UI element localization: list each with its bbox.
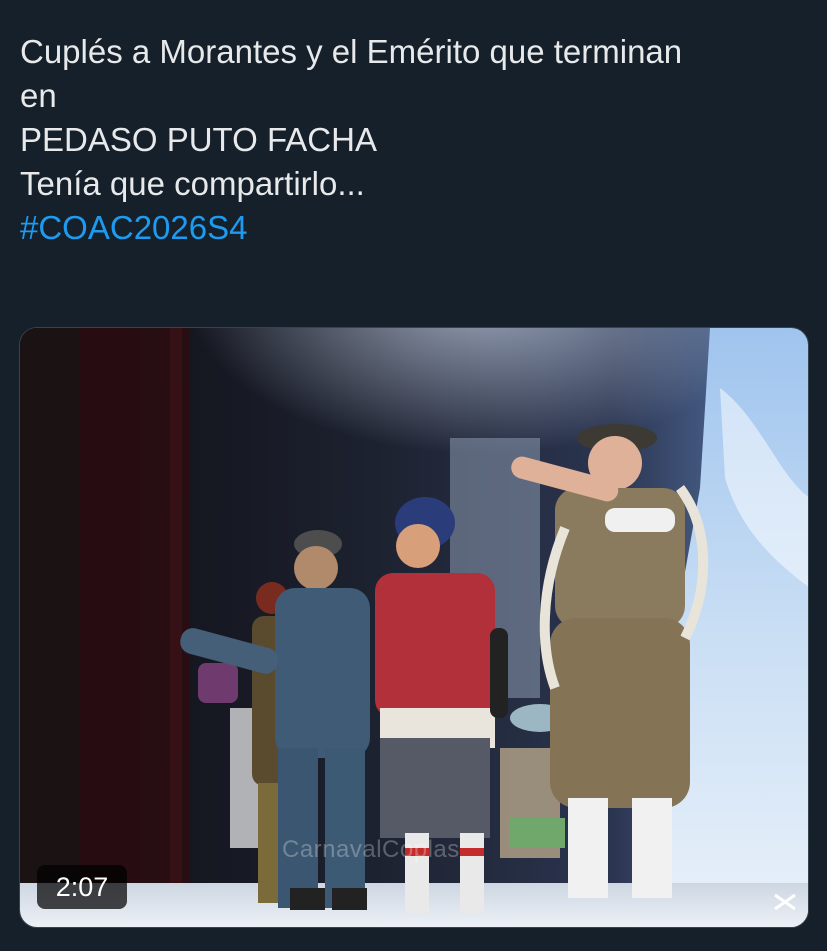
tweet-text-line-1: Cuplés a Morantes y el Emérito que termi… xyxy=(20,33,683,70)
tweet-text-line-3: PEDASO PUTO FACHA xyxy=(20,121,377,158)
video-player[interactable]: CarnavalCoplas 2:07 xyxy=(19,327,809,928)
tweet: Cuplés a Morantes y el Emérito que termi… xyxy=(0,0,827,951)
video-duration-badge: 2:07 xyxy=(37,865,127,909)
capcut-logo-icon xyxy=(774,893,796,911)
tweet-text-line-4: Tenía que compartirlo... xyxy=(20,165,365,202)
tweet-text: Cuplés a Morantes y el Emérito que termi… xyxy=(20,30,810,250)
tweet-text-line-2: en xyxy=(20,77,57,114)
hashtag-link[interactable]: #COAC2026S4 xyxy=(20,206,810,250)
video-watermark: CarnavalCoplas xyxy=(282,836,460,863)
